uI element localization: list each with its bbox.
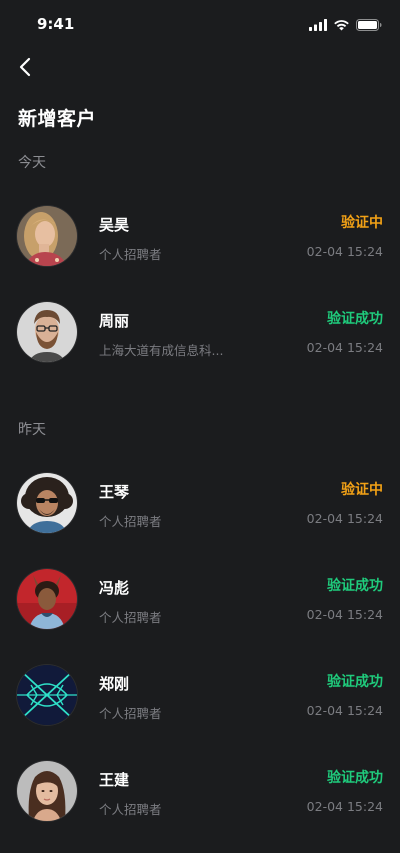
customer-subtitle: 个人招聘者 xyxy=(99,610,162,625)
back-button[interactable] xyxy=(12,56,38,82)
status-bar: 9:41 xyxy=(0,0,400,46)
avatar xyxy=(17,761,77,821)
avatar xyxy=(17,569,77,629)
page-title: 新增客户 xyxy=(18,108,97,130)
section-label-today: 今天 xyxy=(18,155,46,171)
customer-name: 王琴 xyxy=(99,483,130,501)
status-badge: 验证中 xyxy=(341,482,383,498)
cellular-signal-icon xyxy=(309,16,327,35)
status-badge: 验证成功 xyxy=(327,578,383,594)
customer-name: 王建 xyxy=(99,771,130,789)
section-label-yesterday: 昨天 xyxy=(18,422,46,438)
avatar xyxy=(17,665,77,725)
avatar xyxy=(17,302,77,362)
timestamp: 02-04 15:24 xyxy=(306,511,383,526)
customer-subtitle: 个人招聘者 xyxy=(99,802,162,817)
wifi-icon xyxy=(333,16,350,35)
status-badge: 验证成功 xyxy=(327,311,383,327)
customer-name: 周丽 xyxy=(99,312,130,330)
status-badge: 验证中 xyxy=(341,215,383,231)
customer-subtitle: 个人招聘者 xyxy=(99,706,162,721)
avatar xyxy=(17,473,77,533)
customer-name: 冯彪 xyxy=(99,579,130,597)
customer-name: 郑刚 xyxy=(99,675,130,693)
customer-subtitle: 个人招聘者 xyxy=(99,514,162,529)
status-badge: 验证成功 xyxy=(327,674,383,690)
customer-subtitle: 上海大道有成信息科... xyxy=(99,343,224,358)
battery-icon xyxy=(356,16,382,35)
status-time: 9:41 xyxy=(37,15,75,33)
list-item[interactable]: 冯彪 个人招聘者 验证成功 02-04 15:24 xyxy=(0,551,400,647)
timestamp: 02-04 15:24 xyxy=(306,244,383,259)
timestamp: 02-04 15:24 xyxy=(306,607,383,622)
list-item[interactable]: 吴昊 个人招聘者 验证中 02-04 15:24 xyxy=(0,188,400,284)
status-icons xyxy=(309,16,382,35)
status-badge: 验证成功 xyxy=(327,770,383,786)
chevron-left-icon xyxy=(18,57,32,81)
list-item[interactable]: 王建 个人招聘者 验证成功 02-04 15:24 xyxy=(0,743,400,839)
customer-name: 吴昊 xyxy=(99,216,130,234)
list-item[interactable]: 周丽 上海大道有成信息科... 验证成功 02-04 15:24 xyxy=(0,284,400,380)
avatar xyxy=(17,206,77,266)
list-item[interactable]: 郑刚 个人招聘者 验证成功 02-04 15:24 xyxy=(0,647,400,743)
timestamp: 02-04 15:24 xyxy=(306,799,383,814)
timestamp: 02-04 15:24 xyxy=(306,340,383,355)
list-item[interactable]: 王琴 个人招聘者 验证中 02-04 15:24 xyxy=(0,455,400,551)
timestamp: 02-04 15:24 xyxy=(306,703,383,718)
customer-subtitle: 个人招聘者 xyxy=(99,247,162,262)
